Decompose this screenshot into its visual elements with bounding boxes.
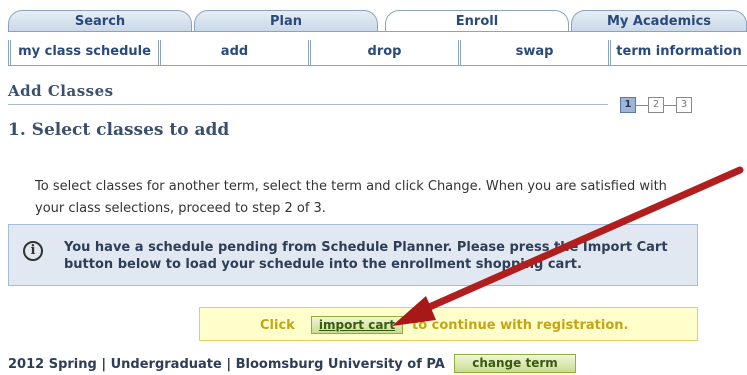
tab-plan[interactable]: Plan — [194, 10, 378, 32]
subtab-drop[interactable]: drop — [308, 40, 458, 66]
info-message-text: You have a schedule pending from Schedul… — [64, 240, 668, 272]
sub-tab-underline — [8, 65, 747, 66]
page-title: Add Classes — [8, 82, 114, 100]
tab-my-academics[interactable]: My Academics — [571, 10, 747, 32]
step-3: 3 — [676, 97, 692, 113]
change-term-button[interactable]: change term — [454, 354, 576, 373]
step-2: 2 — [648, 97, 664, 113]
info-message-box: i You have a schedule pending from Sched… — [8, 224, 698, 286]
tab-bar-underline — [8, 31, 747, 32]
step-connector — [636, 105, 648, 106]
step-1: 1 — [620, 97, 636, 113]
sub-tab-bar: my class schedule add drop swap term inf… — [8, 40, 747, 66]
step-connector — [664, 105, 676, 106]
import-continue-text: to continue with registration. — [412, 318, 629, 333]
intro-text: To select classes for another term, sele… — [35, 179, 667, 216]
main-tab-bar: Search Plan Enroll My Academics — [8, 10, 747, 32]
title-divider — [8, 104, 608, 105]
subtab-swap[interactable]: swap — [458, 40, 608, 66]
subtab-my-class-schedule[interactable]: my class schedule — [8, 40, 158, 66]
import-click-label: Click — [260, 318, 295, 333]
subtab-add[interactable]: add — [158, 40, 308, 66]
info-icon: i — [23, 241, 43, 261]
term-description: 2012 Spring | Undergraduate | Bloomsburg… — [8, 357, 445, 372]
step-indicator: 1 2 3 — [620, 97, 720, 115]
tab-enroll[interactable]: Enroll — [385, 10, 569, 32]
tab-search[interactable]: Search — [8, 10, 192, 32]
import-cart-box: Click import cart to continue with regis… — [199, 307, 698, 341]
import-cart-button[interactable]: import cart — [311, 316, 403, 334]
subtab-term-information[interactable]: term information — [608, 40, 747, 66]
step-heading: 1. Select classes to add — [8, 120, 230, 140]
